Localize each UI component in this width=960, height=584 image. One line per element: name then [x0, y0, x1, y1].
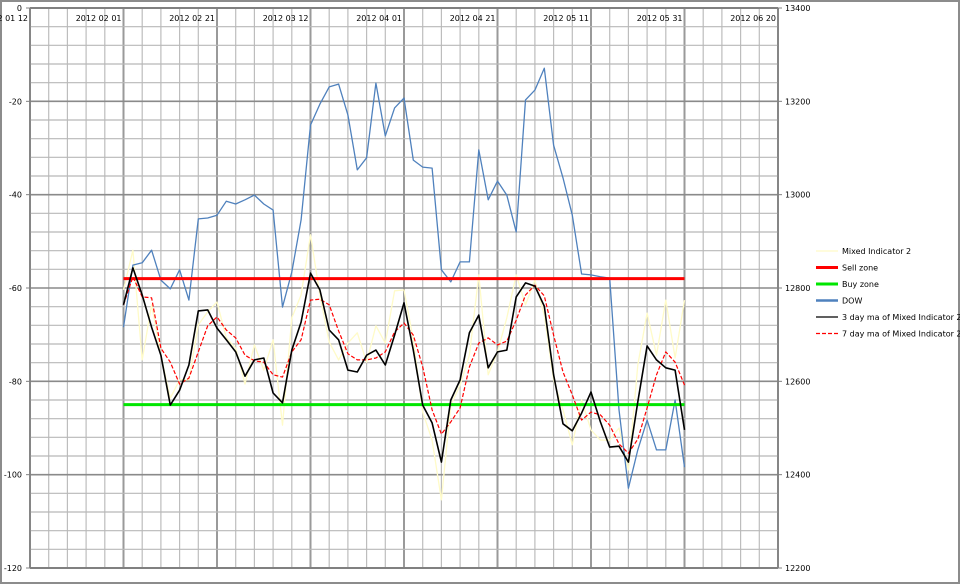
right-tick-label: 12200	[785, 564, 810, 573]
right-tick-label: 13400	[785, 4, 810, 13]
x-tick-label: 2012 04 01	[356, 14, 402, 23]
left-tick-label: -80	[9, 377, 22, 386]
legend-label: Buy zone	[842, 280, 879, 289]
x-tick-label: 2012 02 01	[76, 14, 122, 23]
grid	[29, 7, 779, 569]
legend: Mixed Indicator 2 Sell zone Buy zone DOW 3 d…	[816, 247, 960, 339]
x-tick-label: 2012 05 11	[543, 14, 589, 23]
legend-label: Sell zone	[842, 264, 878, 273]
right-tick-label: 13200	[785, 97, 810, 106]
legend-label: Mixed Indicator 2	[842, 247, 911, 256]
legend-label: DOW	[842, 297, 862, 306]
x-tick-label: 2012 01 12	[0, 14, 28, 23]
left-tick-label: -20	[9, 97, 22, 106]
left-tick-label: -40	[9, 191, 22, 200]
right-tick-label: 13000	[785, 191, 810, 200]
right-tick-label: 12600	[785, 377, 810, 386]
legend-label: 3 day ma of Mixed Indicator 2	[842, 313, 960, 322]
left-tick-label: 0	[17, 4, 22, 13]
legend-label: 7 day ma of Mixed Indicator 2	[842, 330, 960, 339]
x-tick-label: 2012 02 21	[169, 14, 215, 23]
x-tick-label: 2012 05 31	[637, 14, 683, 23]
left-tick-label: -120	[4, 564, 22, 573]
x-tick-label: 2012 06 20	[730, 14, 776, 23]
line-chart: 2012 01 12 2012 02 01 2012 02 21 2012 03 12…	[0, 4, 960, 573]
left-tick-label: -100	[4, 471, 22, 480]
left-tick-label: -60	[9, 284, 22, 293]
right-tick-label: 12800	[785, 284, 810, 293]
right-tick-label: 12400	[785, 471, 810, 480]
x-tick-label: 2012 04 21	[450, 14, 496, 23]
x-tick-label: 2012 03 12	[263, 14, 309, 23]
